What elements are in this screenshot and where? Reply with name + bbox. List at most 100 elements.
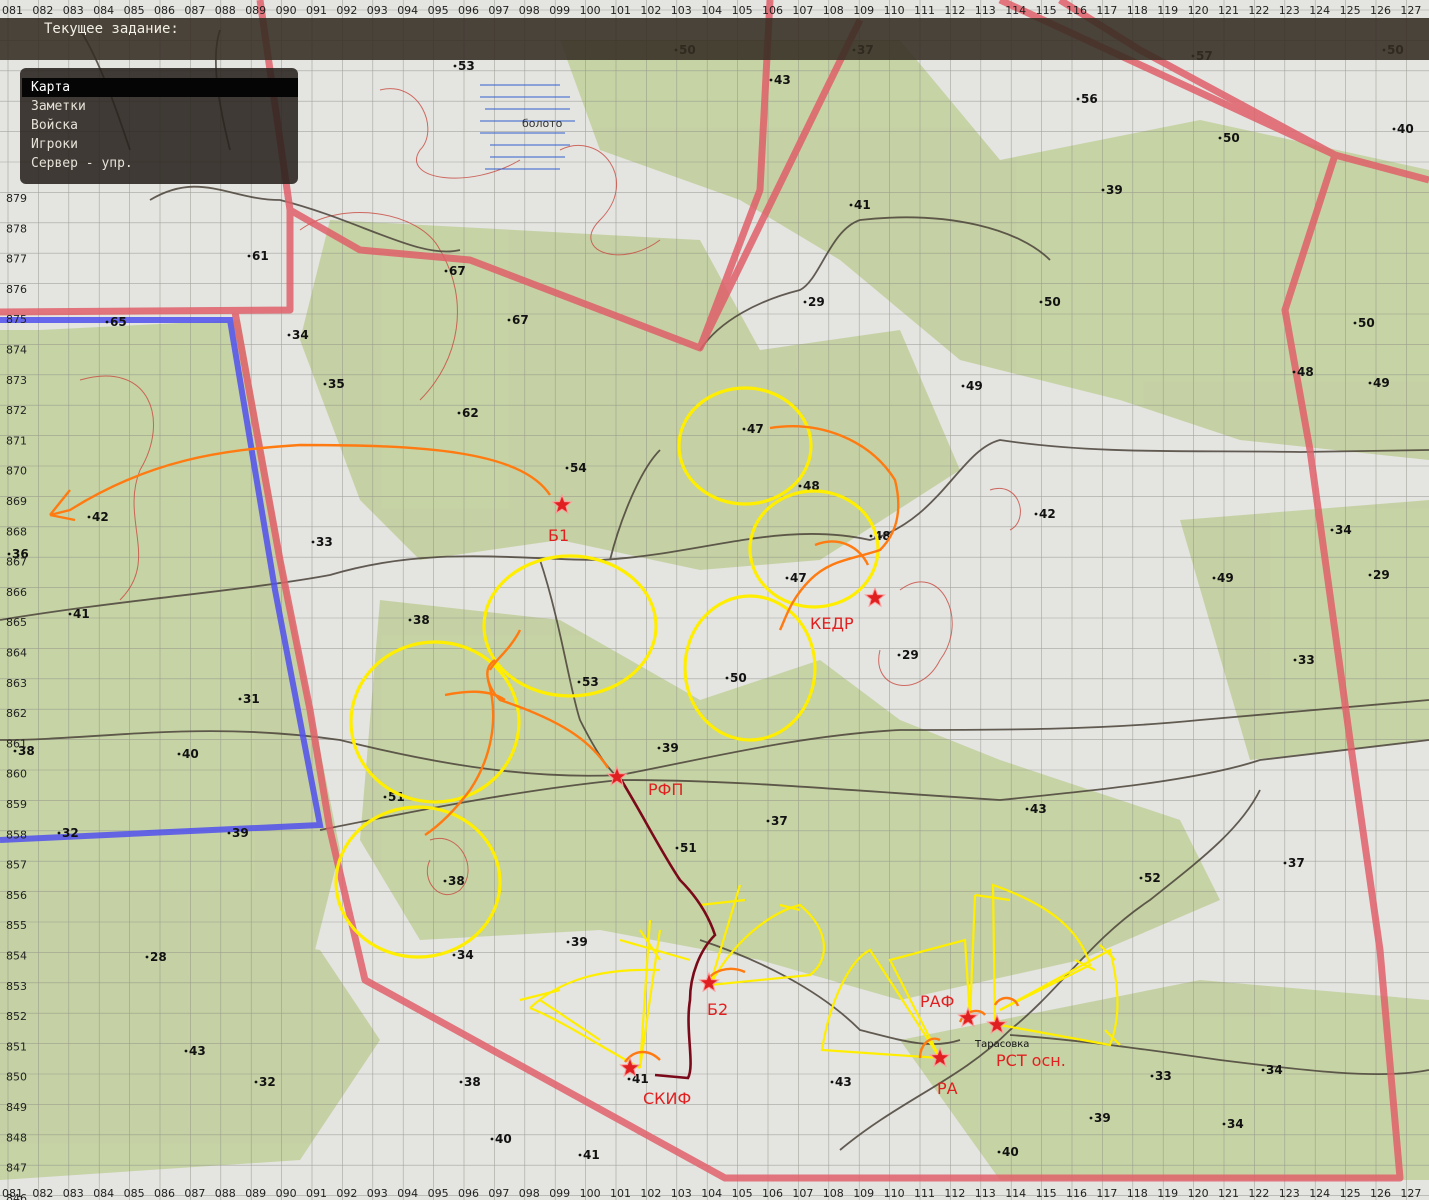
grid-x-label-top: 093 (367, 4, 388, 17)
elevation-label: 50 (1044, 295, 1061, 309)
spot-height-dot (87, 515, 91, 519)
elevation-label: 38 (464, 1075, 481, 1089)
grid-x-label-top: 085 (124, 4, 145, 17)
grid-y-label: 864 (6, 647, 27, 660)
menu-item-notes[interactable]: Заметки (22, 97, 298, 116)
spot-height-dot (459, 1080, 463, 1084)
spot-height-dot (1025, 807, 1029, 811)
grid-x-label-bottom: 118 (1127, 1187, 1148, 1200)
spot-height-dot (311, 540, 315, 544)
elevation-label: 31 (243, 692, 260, 706)
spot-height-dot (383, 795, 387, 799)
elevation-label: 29 (808, 295, 825, 309)
spot-height-dot (1293, 658, 1297, 662)
grid-x-label-top: 122 (1248, 4, 1269, 17)
grid-y-label: 854 (6, 950, 27, 963)
spot-height-dot (490, 1137, 494, 1141)
elevation-label: 32 (62, 826, 79, 840)
spot-height-dot (57, 831, 61, 835)
grid-x-label-top: 100 (580, 4, 601, 17)
spot-height-dot (565, 466, 569, 470)
spot-height-dot (1292, 370, 1296, 374)
elevation-label: 33 (1155, 1069, 1172, 1083)
elevation-label: 38 (448, 874, 465, 888)
spot-height-dot (1076, 97, 1080, 101)
spot-height-dot (627, 1077, 631, 1081)
grid-x-label-top: 116 (1066, 4, 1087, 17)
grid-x-label-bottom: 090 (276, 1187, 297, 1200)
spot-height-dot (785, 576, 789, 580)
grid-x-label-bottom: 096 (458, 1187, 479, 1200)
marker-label: СКИФ (643, 1089, 691, 1108)
grid-x-label-bottom: 112 (944, 1187, 965, 1200)
menu-item-units[interactable]: Войска (22, 116, 298, 135)
grid-x-label-top: 092 (336, 4, 357, 17)
village-label: Тарасовка (974, 1039, 1029, 1050)
spot-height-dot (1392, 127, 1396, 131)
grid-x-label-bottom: 126 (1370, 1187, 1391, 1200)
grid-x-label-bottom: 093 (367, 1187, 388, 1200)
spot-height-dot (145, 955, 149, 959)
grid-x-label-top: 118 (1127, 4, 1148, 17)
spot-height-dot (657, 746, 661, 750)
spot-height-dot (1212, 576, 1216, 580)
spot-height-dot (1101, 188, 1105, 192)
grid-y-label: 879 (6, 192, 27, 205)
grid-x-label-bottom: 114 (1005, 1187, 1026, 1200)
grid-x-label-top: 102 (640, 4, 661, 17)
grid-x-label-bottom: 111 (914, 1187, 935, 1200)
grid-x-label-bottom: 101 (610, 1187, 631, 1200)
elevation-label: 41 (73, 607, 90, 621)
grid-y-label: 866 (6, 586, 27, 599)
elevation-label: 28 (150, 950, 167, 964)
grid-y-label: 867 (6, 556, 27, 569)
menu-item-server[interactable]: Сервер - упр. (22, 154, 298, 173)
grid-x-label-top: 089 (245, 4, 266, 17)
spot-height-dot (1089, 1116, 1093, 1120)
spot-height-dot (507, 318, 511, 322)
elevation-label: 29 (902, 648, 919, 662)
elevation-label: 34 (1266, 1063, 1283, 1077)
spot-height-dot (1330, 528, 1334, 532)
grid-x-label-top: 087 (184, 4, 205, 17)
grid-x-label-bottom: 085 (124, 1187, 145, 1200)
elevation-label: 53 (582, 675, 599, 689)
elevation-label: 41 (854, 198, 871, 212)
spot-height-dot (238, 697, 242, 701)
grid-x-label-top: 108 (823, 4, 844, 17)
spot-height-dot (1218, 136, 1222, 140)
grid-x-label-top: 114 (1005, 4, 1026, 17)
grid-y-label: 863 (6, 677, 27, 690)
grid-y-label: 876 (6, 283, 27, 296)
grid-x-label-bottom: 113 (975, 1187, 996, 1200)
grid-x-label-bottom: 092 (336, 1187, 357, 1200)
spot-height-dot (452, 953, 456, 957)
grid-x-label-bottom: 121 (1218, 1187, 1239, 1200)
grid-x-label-top: 119 (1157, 4, 1178, 17)
current-task-label: Текущее задание: (44, 21, 179, 37)
grid-x-label-bottom: 116 (1066, 1187, 1087, 1200)
grid-x-label-top: 113 (975, 4, 996, 17)
grid-x-label-bottom: 094 (397, 1187, 418, 1200)
elevation-label: 39 (1094, 1111, 1111, 1125)
spot-height-dot (675, 846, 679, 850)
elevation-label: 52 (1144, 871, 1161, 885)
grid-x-label-bottom: 099 (549, 1187, 570, 1200)
grid-x-label-bottom: 122 (1248, 1187, 1269, 1200)
grid-x-label-bottom: 127 (1400, 1187, 1421, 1200)
grid-x-label-bottom: 098 (519, 1187, 540, 1200)
menu-item-map[interactable]: Карта (22, 78, 298, 97)
grid-x-label-top: 083 (63, 4, 84, 17)
grid-x-label-bottom: 084 (93, 1187, 114, 1200)
spot-height-dot (1039, 300, 1043, 304)
grid-x-label-bottom: 108 (823, 1187, 844, 1200)
spot-height-dot (254, 1080, 258, 1084)
grid-y-label: 858 (6, 828, 27, 841)
menu-item-players[interactable]: Игроки (22, 135, 298, 154)
spot-height-dot (1150, 1074, 1154, 1078)
grid-x-label-top: 086 (154, 4, 175, 17)
grid-y-label: 850 (6, 1071, 27, 1084)
grid-y-label: 862 (6, 707, 27, 720)
grid-x-label-bottom: 107 (792, 1187, 813, 1200)
elevation-label: 39 (662, 741, 679, 755)
